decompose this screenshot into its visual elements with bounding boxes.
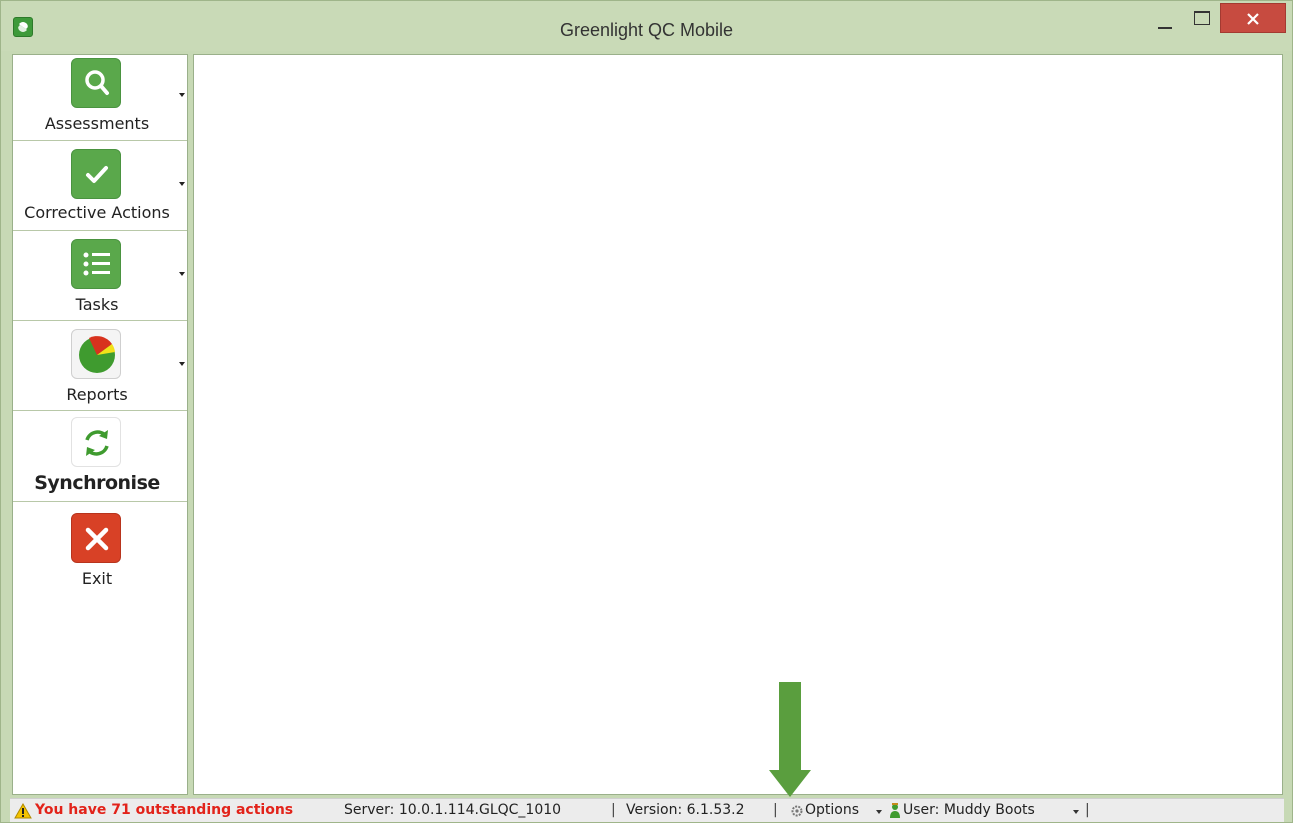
list-icon	[71, 239, 121, 289]
sidebar-item-label: Reports	[66, 385, 128, 404]
pie-chart-icon	[71, 329, 121, 379]
gear-icon[interactable]	[791, 805, 803, 817]
sidebar-item-corrective-actions[interactable]: Corrective Actions	[13, 141, 187, 231]
close-icon	[1247, 13, 1259, 25]
chevron-down-icon[interactable]	[1073, 810, 1079, 814]
title-bar[interactable]: Greenlight QC Mobile	[1, 1, 1292, 51]
sidebar-item-assessments[interactable]: Assessments	[13, 55, 187, 141]
sidebar-item-label: Corrective Actions	[24, 203, 170, 222]
user-menu[interactable]: User: Muddy Boots	[903, 802, 1035, 818]
search-icon	[71, 58, 121, 108]
sidebar-item-label: Tasks	[75, 295, 119, 314]
separator: |	[611, 802, 616, 818]
sidebar-item-label: Assessments	[44, 114, 150, 133]
warning-icon	[14, 803, 32, 819]
close-window-button[interactable]	[1220, 3, 1286, 33]
status-bar: You have 71 outstanding actions Server: …	[10, 798, 1284, 822]
check-icon	[71, 149, 121, 199]
options-menu[interactable]: Options	[805, 802, 859, 818]
sidebar-item-label: Synchronise	[34, 472, 160, 494]
chevron-down-icon[interactable]	[179, 362, 185, 366]
app-window: Greenlight QC Mobile Assessments Correct…	[0, 0, 1293, 823]
sidebar-item-label: Exit	[81, 569, 113, 588]
outstanding-actions-link[interactable]: You have 71 outstanding actions	[35, 802, 293, 818]
sync-icon	[71, 417, 121, 467]
sidebar-item-reports[interactable]: Reports	[13, 321, 187, 411]
sidebar: Assessments Corrective Actions Tasks Rep…	[12, 54, 188, 795]
window-title: Greenlight QC Mobile	[559, 20, 734, 40]
separator: |	[773, 802, 778, 818]
chevron-down-icon[interactable]	[179, 272, 185, 276]
chevron-down-icon[interactable]	[876, 810, 882, 814]
chevron-down-icon[interactable]	[179, 93, 185, 97]
sidebar-item-exit[interactable]: Exit	[13, 502, 187, 592]
user-icon	[890, 803, 900, 818]
separator: |	[1085, 802, 1090, 818]
chevron-down-icon[interactable]	[179, 182, 185, 186]
sidebar-item-tasks[interactable]: Tasks	[13, 231, 187, 321]
server-info: Server: 10.0.1.114.GLQC_1010	[344, 802, 562, 818]
close-icon	[71, 513, 121, 563]
down-arrow-icon	[769, 682, 811, 797]
main-content-area	[193, 54, 1283, 795]
minimize-button[interactable]	[1150, 5, 1180, 33]
version-info: Version: 6.1.53.2	[626, 802, 745, 818]
maximize-button[interactable]	[1187, 5, 1217, 33]
sidebar-item-synchronise[interactable]: Synchronise	[13, 411, 187, 502]
